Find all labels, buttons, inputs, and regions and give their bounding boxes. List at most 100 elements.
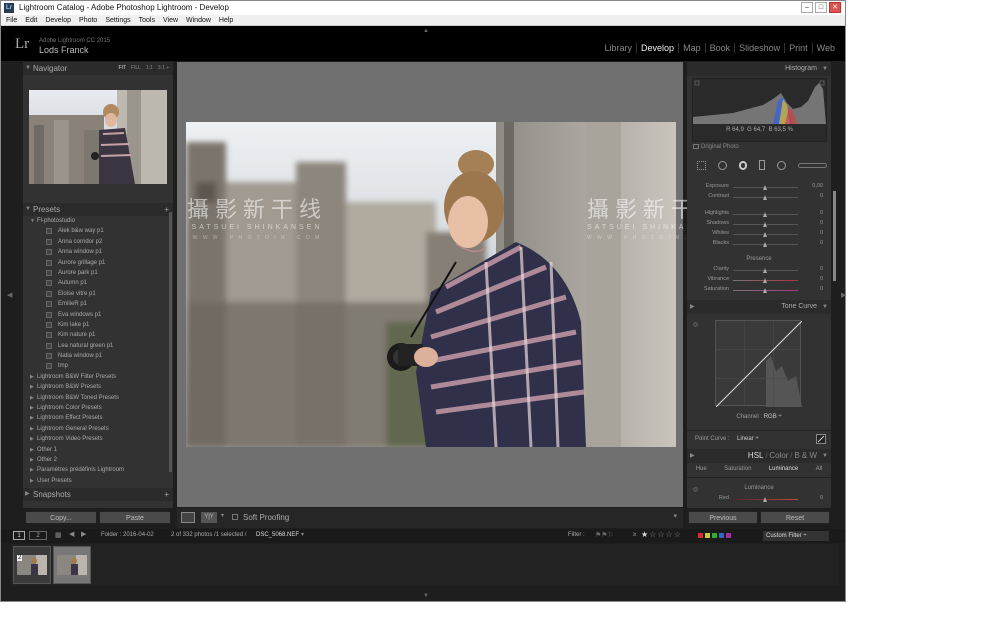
tab-bw[interactable]: B & W <box>794 451 817 460</box>
filmstrip-thumbnail[interactable]: 2 <box>13 546 51 584</box>
custom-filter-select[interactable]: Custom Filter ÷ <box>763 531 829 541</box>
tab-hsl[interactable]: HSL <box>748 451 764 460</box>
filename[interactable]: DSC_5068.NEF <box>256 532 299 538</box>
whites-slider[interactable]: Whites 0 <box>687 230 831 240</box>
vibrance-slider[interactable]: Vibrance 0 <box>687 276 831 286</box>
module-book[interactable]: Book <box>704 43 735 53</box>
slider-value[interactable]: 0 <box>820 276 823 282</box>
slider-value[interactable]: 0 <box>820 286 823 292</box>
previous-button[interactable]: Previous <box>688 511 758 524</box>
reset-button[interactable]: Reset <box>760 511 830 524</box>
preset-folder[interactable]: ▶ Other 2 <box>23 455 173 465</box>
preset-item[interactable]: Aurore grillage p1 <box>23 258 173 268</box>
folder-label[interactable]: Folder : 2016-04-02 <box>101 532 154 538</box>
red-label-icon[interactable] <box>698 533 703 538</box>
slider-value[interactable]: 0 <box>820 193 823 199</box>
menu-edit[interactable]: Edit <box>25 15 37 25</box>
exposure-slider[interactable]: Exposure 0,00 <box>687 183 831 193</box>
slider-value[interactable]: 0 <box>820 266 823 272</box>
main-window-button[interactable]: 1 <box>13 531 25 540</box>
tone-curve-header[interactable]: ▶ Tone Curve ▼ <box>687 300 831 314</box>
menu-file[interactable]: File <box>6 15 17 25</box>
channel-select[interactable]: RGB ÷ <box>764 414 782 420</box>
edit-point-curve-icon[interactable] <box>816 434 826 444</box>
rating-operator[interactable]: ≥ <box>633 532 636 538</box>
chevron-down-icon[interactable]: ▾ <box>221 512 224 519</box>
zoom-1-1[interactable]: 1:1 <box>146 62 153 75</box>
tab-color[interactable]: Color <box>769 451 788 460</box>
tone-curve-graph[interactable] <box>715 320 803 408</box>
module-slideshow[interactable]: Slideshow <box>734 43 784 53</box>
menu-view[interactable]: View <box>163 15 178 25</box>
module-library[interactable]: Library <box>601 43 637 53</box>
preset-item[interactable]: EmilieR p1 <box>23 299 173 309</box>
main-photo[interactable] <box>186 122 676 447</box>
red-luminance-slider[interactable]: Red 0 <box>687 495 831 505</box>
graduated-filter-icon[interactable] <box>759 160 766 170</box>
slider-value[interactable]: 0,00 <box>812 183 823 189</box>
preset-folder[interactable]: ▶ Lightroom Video Presets <box>23 434 173 444</box>
menu-tools[interactable]: Tools <box>139 15 155 25</box>
subtab-luminance[interactable]: Luminance <box>769 466 798 477</box>
preset-item[interactable]: Natia window p1 <box>23 351 173 361</box>
slider-value[interactable]: 0 <box>820 495 823 501</box>
minimize-button[interactable]: – <box>801 2 813 13</box>
histogram-header[interactable]: Histogram ▼ <box>687 62 831 76</box>
color-label-filter[interactable] <box>698 533 731 538</box>
preset-folder-open[interactable]: ▼ Fl-photostudio <box>23 216 173 226</box>
panel-switch-icon[interactable]: ▶ <box>690 449 695 463</box>
presets-scrollbar[interactable] <box>169 212 172 472</box>
chevron-down-icon[interactable]: ▾ <box>301 531 304 538</box>
yellow-label-icon[interactable] <box>705 533 710 538</box>
slider-value[interactable]: 0 <box>820 230 823 236</box>
preset-item[interactable]: Alek b&w way p1 <box>23 226 173 236</box>
second-window-button[interactable]: 2 <box>29 531 47 540</box>
menu-settings[interactable]: Settings <box>105 15 130 25</box>
histogram[interactable]: R 64,9 G 64,7 B 63,5 % <box>692 78 827 142</box>
grid-icon[interactable]: ▦ <box>55 531 62 539</box>
shadows-slider[interactable]: Shadows 0 <box>687 220 831 230</box>
spot-removal-icon[interactable] <box>717 160 727 170</box>
blue-label-icon[interactable] <box>719 533 724 538</box>
module-map[interactable]: Map <box>678 43 705 53</box>
panel-switch-icon[interactable]: ▶ <box>690 300 695 314</box>
point-curve-select[interactable]: Linear ÷ <box>737 436 759 442</box>
menu-develop[interactable]: Develop <box>45 15 71 25</box>
preset-folder[interactable]: ▶ Other 1 <box>23 445 173 455</box>
slider-value[interactable]: 0 <box>820 220 823 226</box>
forward-arrow-icon[interactable]: ▶ <box>81 530 86 538</box>
maximize-button[interactable]: □ <box>815 2 827 13</box>
preset-item[interactable]: Autumn p1 <box>23 278 173 288</box>
subtab-saturation[interactable]: Saturation <box>724 466 751 477</box>
target-adjust-icon[interactable]: ◎ <box>693 321 698 328</box>
green-label-icon[interactable] <box>712 533 717 538</box>
snapshots-header[interactable]: ▶ Snapshots + <box>23 488 173 501</box>
preset-folder[interactable]: ▶ Lightroom Effect Presets <box>23 413 173 423</box>
menu-window[interactable]: Window <box>186 15 211 25</box>
preset-folder[interactable]: ▶ Lightroom Color Presets <box>23 403 173 413</box>
highlights-slider[interactable]: Highlights 0 <box>687 210 831 220</box>
preset-folder[interactable]: ▶ Lightroom General Presets <box>23 424 173 434</box>
radial-filter-icon[interactable] <box>777 160 786 170</box>
module-web[interactable]: Web <box>811 43 839 53</box>
red-eye-icon[interactable] <box>738 160 748 170</box>
back-arrow-icon[interactable]: ◀ <box>69 530 74 538</box>
preset-item[interactable]: Eva windows p1 <box>23 310 173 320</box>
preset-item[interactable]: Eloise vitre p1 <box>23 289 173 299</box>
saturation-slider[interactable]: Saturation 0 <box>687 286 831 296</box>
purple-label-icon[interactable] <box>726 533 731 538</box>
add-snapshot-button[interactable]: + <box>164 488 169 501</box>
preset-folder[interactable]: ▶ Lightroom B&W Toned Presets <box>23 393 173 403</box>
preset-item[interactable]: Kim nature p1 <box>23 330 173 340</box>
preset-folder[interactable]: ▶ User Presets <box>23 476 173 486</box>
flag-filter-icon[interactable]: ⚑⚑⚐ <box>595 531 614 539</box>
subtab-hue[interactable]: Hue <box>696 466 707 477</box>
adjustment-brush-icon[interactable] <box>797 162 828 168</box>
blacks-slider[interactable]: Blacks 0 <box>687 240 831 250</box>
preset-item[interactable]: Aurore park p1 <box>23 268 173 278</box>
loupe-view-icon[interactable] <box>181 512 195 523</box>
clarity-slider[interactable]: Clarity 0 <box>687 266 831 276</box>
navigator-preview[interactable] <box>29 90 167 184</box>
contrast-slider[interactable]: Contrast 0 <box>687 193 831 203</box>
bottom-panel-toggle-icon[interactable]: ▼ <box>423 593 429 599</box>
